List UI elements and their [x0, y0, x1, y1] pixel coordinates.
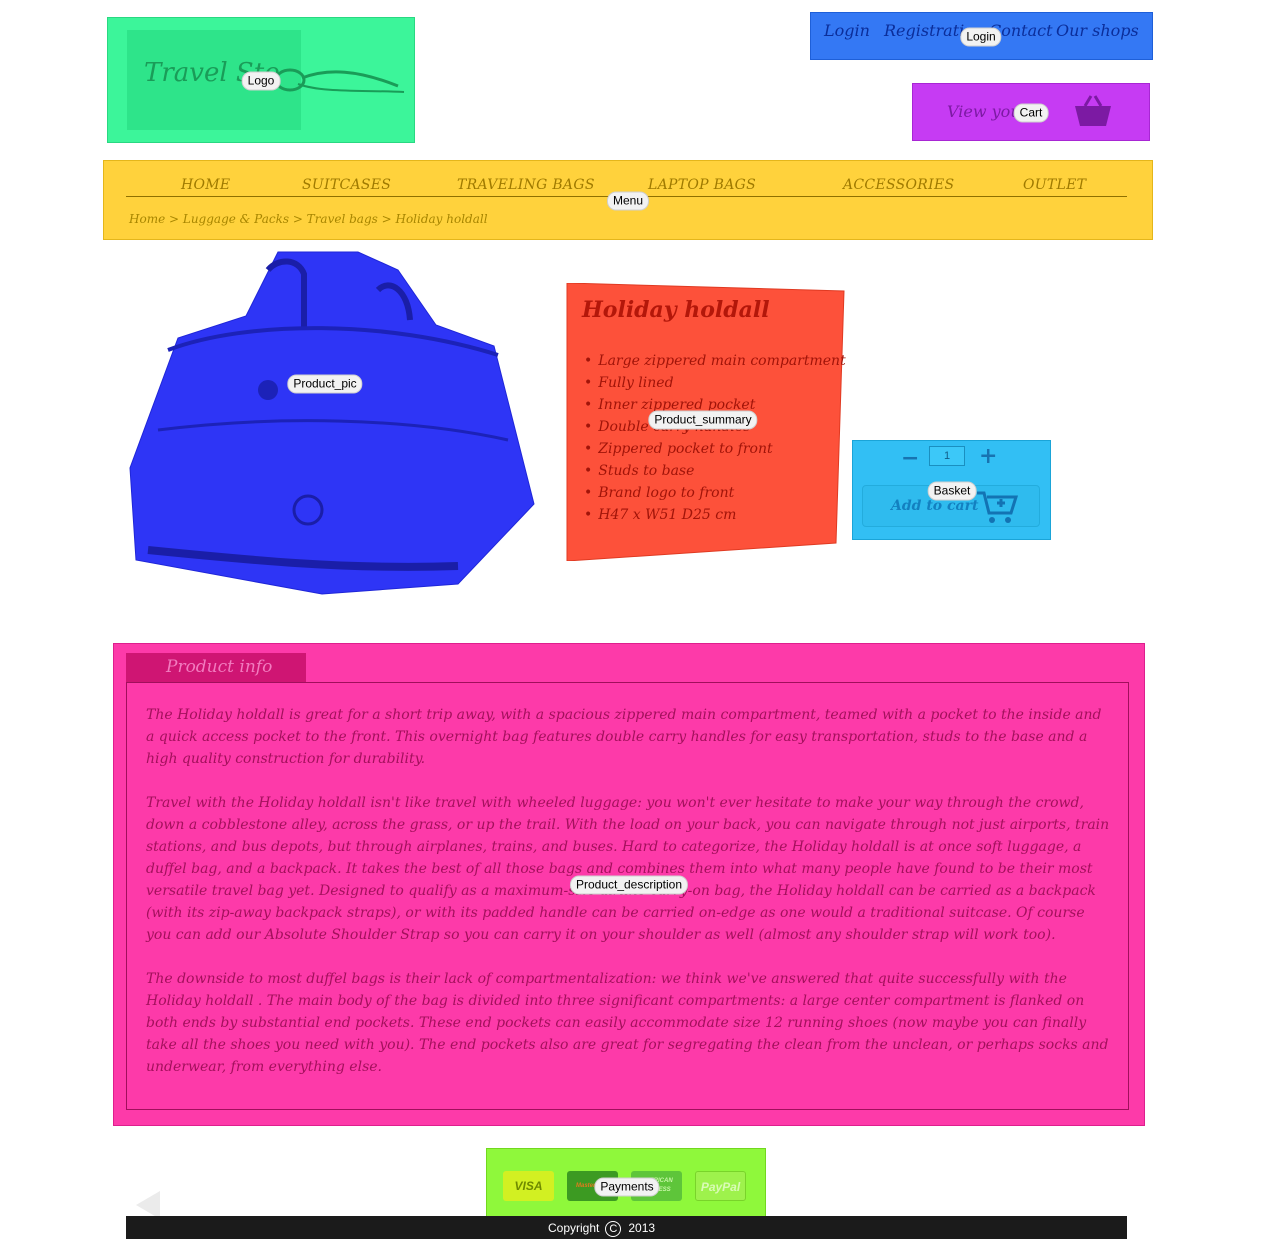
basket-widget: − 1 + Add to cart Basket — [852, 440, 1051, 540]
menu-item-suitcases[interactable]: SUITCASES — [302, 177, 391, 193]
copyright-prefix: Copyright — [548, 1221, 600, 1235]
decrease-quantity-button[interactable]: − — [901, 445, 919, 471]
add-to-cart-icon — [977, 491, 1019, 523]
product-title: Holiday holdall — [582, 297, 770, 323]
feature-item: Fully lined — [584, 372, 846, 394]
main-menu: HOME SUITCASES TRAVELING BAGS LAPTOP BAG… — [103, 160, 1153, 240]
quantity-input[interactable]: 1 — [929, 446, 965, 466]
basket-overlay-label: Basket — [927, 481, 977, 501]
logo-overlay-label: Logo — [241, 71, 281, 91]
feature-item: H47 x W51 D25 cm — [584, 504, 846, 526]
feature-item: Brand logo to front — [584, 482, 846, 504]
scroll-left-arrow-icon[interactable] — [136, 1191, 162, 1219]
description-paragraph: The Holiday holdall is great for a short… — [146, 707, 1102, 767]
tab-product-info-label: Product info — [166, 657, 273, 677]
menu-item-traveling-bags[interactable]: TRAVELING BAGS — [457, 177, 595, 193]
paypal-icon: PayPal — [695, 1171, 746, 1201]
visa-icon: VISA — [503, 1171, 554, 1201]
feature-item: Zippered pocket to front — [584, 438, 846, 460]
shopping-basket-icon — [1075, 95, 1111, 126]
holdall-bag-image — [129, 251, 535, 595]
description-paragraph: Travel with the Holiday holdall isn't li… — [146, 795, 1110, 943]
our-shops-link[interactable]: Our shops — [1056, 21, 1139, 40]
increase-quantity-button[interactable]: + — [979, 443, 997, 469]
logo-region[interactable]: Travel Sto Logo — [107, 17, 415, 143]
menu-overlay-label: Menu — [606, 191, 650, 211]
product-description-overlay-label: Product_description — [569, 875, 689, 895]
luggage-tag-icon — [274, 68, 405, 93]
breadcrumb[interactable]: Home > Luggage & Packs > Travel bags > H… — [129, 212, 488, 226]
product-picture[interactable]: Product_pic — [128, 250, 536, 595]
tab-product-info[interactable]: Product info — [126, 653, 306, 683]
menu-item-laptop-bags[interactable]: LAPTOP BAGS — [648, 177, 756, 193]
product-summary: Holiday holdall Large zippered main comp… — [566, 283, 846, 561]
copyright-icon: C — [605, 1221, 622, 1237]
product-feature-list: Large zippered main compartment Fully li… — [584, 350, 846, 526]
feature-item: Studs to base — [584, 460, 846, 482]
footer: Copyright C 2013 — [126, 1216, 1127, 1239]
login-overlay-label: Login — [960, 27, 1002, 47]
menu-item-outlet[interactable]: OUTLET — [1023, 177, 1086, 193]
copyright-text: Copyright C 2013 — [548, 1221, 655, 1237]
product-pic-overlay-label: Product_pic — [287, 374, 363, 394]
copyright-year: 2013 — [628, 1221, 656, 1235]
cart-region[interactable]: View your Cart — [912, 83, 1150, 141]
login-link[interactable]: Login — [824, 21, 870, 40]
menu-item-accessories[interactable]: ACCESSORIES — [843, 177, 954, 193]
description-paragraph: The downside to most duffel bags is thei… — [146, 971, 1109, 1075]
login-region: Login Registration Contact Our shops Log… — [810, 12, 1153, 60]
cart-overlay-label: Cart — [1013, 103, 1049, 123]
feature-item: Large zippered main compartment — [584, 350, 845, 372]
product-summary-overlay-label: Product_summary — [648, 410, 758, 430]
payment-methods: VISA MasterCard AMERICAN EXPRESS PayPal … — [486, 1148, 766, 1224]
payments-overlay-label: Payments — [594, 1177, 660, 1197]
menu-item-home[interactable]: HOME — [181, 177, 230, 193]
product-info: Product info The Holiday holdall is grea… — [113, 643, 1145, 1126]
